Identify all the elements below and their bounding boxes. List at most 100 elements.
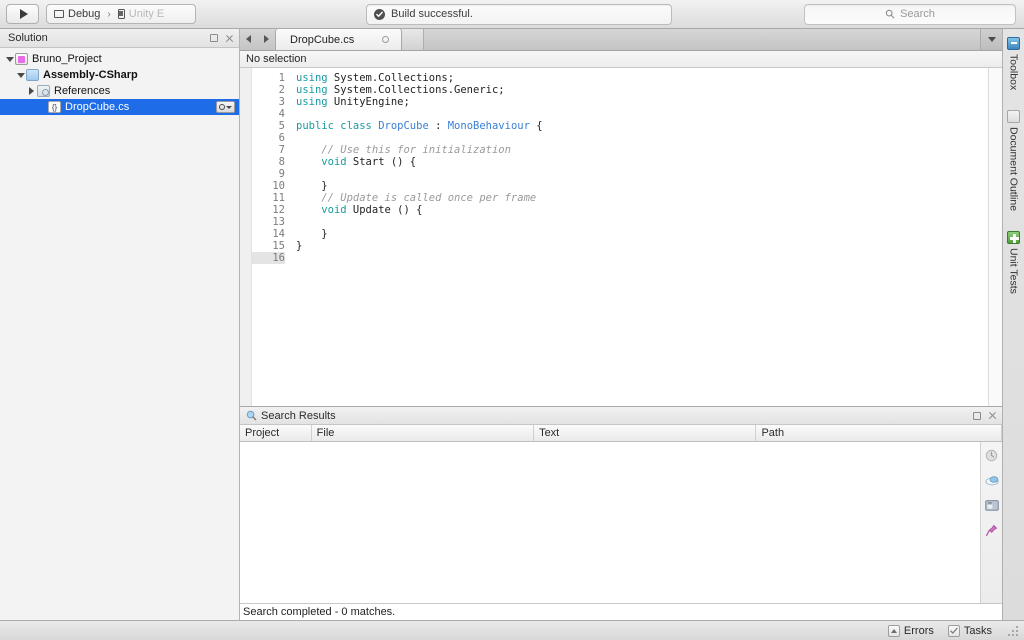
tab-close-icon[interactable]: [382, 36, 390, 43]
configuration-segment: Debug: [54, 8, 100, 20]
line-number: 1: [278, 72, 285, 84]
check-circle-icon: [374, 8, 385, 20]
code-line[interactable]: }: [296, 228, 988, 240]
rail-tab-toolbox[interactable]: Toolbox: [1007, 35, 1020, 92]
search-results-status-text: Search completed - 0 matches.: [243, 606, 396, 618]
search-results-icon: [246, 410, 257, 421]
errors-button[interactable]: Errors: [887, 624, 934, 637]
toolbox-icon: [1007, 37, 1020, 50]
gear-dropdown-button[interactable]: [216, 101, 235, 113]
code-line[interactable]: [296, 216, 988, 228]
gear-icon: [219, 104, 225, 110]
column-header-file[interactable]: File: [312, 425, 535, 441]
search-icon: [885, 9, 895, 19]
run-button[interactable]: [6, 4, 39, 24]
rail-tab-document-outline[interactable]: Document Outline: [1007, 108, 1020, 213]
editor-scrollbar[interactable]: [988, 68, 1002, 406]
nav-back-icon[interactable]: [246, 35, 251, 43]
tree-item-assembly-csharp[interactable]: Assembly-CSharp: [0, 67, 239, 83]
workspace: Solution Bruno_Project Assembly-CSharp Ref…: [0, 29, 1024, 620]
code-token: System.Collections;: [327, 72, 455, 84]
search-placeholder: Search: [900, 8, 935, 20]
editor-nav-buttons: [240, 28, 275, 50]
code-line[interactable]: using UnityEngine;: [296, 96, 988, 108]
solution-pad: Solution Bruno_Project Assembly-CSharp Ref…: [0, 29, 240, 620]
column-header-project[interactable]: Project: [240, 425, 312, 441]
column-header-path[interactable]: Path: [756, 425, 1002, 441]
tasks-button[interactable]: Tasks: [947, 624, 992, 637]
code-line[interactable]: [296, 168, 988, 180]
close-icon[interactable]: [225, 34, 234, 43]
code-line[interactable]: using System.Collections;: [296, 72, 988, 84]
code-line[interactable]: void Update () {: [296, 204, 988, 216]
clock-icon[interactable]: [984, 448, 999, 463]
right-tool-rail: Toolbox Document Outline Unit Tests: [1002, 29, 1024, 620]
cloud-icon[interactable]: [984, 473, 999, 488]
code-line[interactable]: // Use this for initialization: [296, 144, 988, 156]
close-icon[interactable]: [988, 411, 997, 420]
tree-item-references[interactable]: References: [0, 83, 239, 99]
column-header-label: Path: [761, 427, 785, 439]
run-configuration-selector[interactable]: Debug › Unity E: [46, 4, 196, 24]
line-number: 10: [272, 180, 285, 192]
code-token: // Use this for initialization: [296, 144, 511, 156]
unit-tests-icon: [1007, 231, 1020, 245]
rail-tab-label: Document Outline: [1007, 127, 1020, 212]
expand-arrow-down-icon[interactable]: [15, 72, 26, 78]
code-line[interactable]: void Start () {: [296, 156, 988, 168]
code-line[interactable]: }: [296, 240, 988, 252]
line-number: 8: [278, 156, 285, 168]
code-token: using: [296, 84, 328, 96]
line-number: 11: [272, 192, 285, 204]
tree-item-dropcube-cs[interactable]: {} DropCube.cs: [0, 99, 239, 115]
application-window: Debug › Unity E Build successful. Search: [0, 0, 1024, 640]
line-number: 15: [272, 240, 285, 252]
code-line[interactable]: [296, 108, 988, 120]
square-icon: [54, 10, 64, 18]
code-token: using: [296, 96, 328, 108]
line-number: 9: [278, 168, 285, 180]
build-status-panel[interactable]: Build successful.: [366, 3, 672, 25]
search-results-grid[interactable]: [240, 442, 980, 603]
expand-arrow-right-icon[interactable]: [26, 87, 37, 95]
breadcrumb[interactable]: No selection: [240, 51, 1002, 68]
nav-forward-icon[interactable]: [264, 35, 269, 43]
search-results-pad: Search Results Project File Text Path Se…: [240, 406, 1002, 620]
code-line[interactable]: public class DropCube : MonoBehaviour {: [296, 120, 988, 132]
column-header-text[interactable]: Text: [534, 425, 757, 441]
assembly-icon: [26, 69, 39, 81]
global-search-input[interactable]: Search: [804, 3, 1016, 25]
project-icon: [15, 53, 28, 65]
code-token: Update () {: [346, 204, 423, 216]
tree-item-label: DropCube.cs: [65, 101, 130, 113]
code-line[interactable]: }: [296, 180, 988, 192]
code-line[interactable]: // Update is called once per frame: [296, 192, 988, 204]
line-number: 2: [278, 84, 285, 96]
line-number: 14: [272, 228, 285, 240]
editor-tab-bar: DropCube.cs: [240, 29, 1002, 51]
document-outline-icon: [1007, 110, 1020, 124]
code-token: void: [321, 204, 347, 216]
pin-icon[interactable]: [984, 523, 999, 538]
resize-grip-icon[interactable]: [1008, 625, 1018, 636]
tab-dropcube-cs[interactable]: DropCube.cs: [275, 29, 403, 50]
code-line[interactable]: using System.Collections.Generic;: [296, 84, 988, 96]
line-number: 13: [272, 216, 285, 228]
tree-item-bruno-project[interactable]: Bruno_Project: [0, 51, 239, 67]
line-number: 6: [278, 132, 285, 144]
code-line[interactable]: [296, 132, 988, 144]
code-line[interactable]: [296, 252, 988, 264]
expand-arrow-down-icon[interactable]: [4, 56, 15, 62]
search-results-controls: [973, 411, 997, 420]
code-editor[interactable]: 1 2 3 4 5 6 7 8 9 10 11 12 13 14 15 16 using System.Col…: [240, 68, 1002, 406]
breadcrumb-separator: ›: [107, 8, 111, 20]
monitor-icon[interactable]: [984, 498, 999, 513]
bottom-status-bar: Errors Tasks: [0, 620, 1024, 640]
rail-tab-unit-tests[interactable]: Unit Tests: [1007, 229, 1020, 296]
minimize-icon[interactable]: [210, 34, 218, 42]
tab-list-dropdown[interactable]: [980, 29, 1002, 50]
line-number: 3: [278, 96, 285, 108]
main-toolbar: Debug › Unity E Build successful. Search: [0, 0, 1024, 29]
minimize-icon[interactable]: [973, 411, 981, 420]
code-content[interactable]: using System.Collections; using System.Co…: [290, 68, 988, 406]
